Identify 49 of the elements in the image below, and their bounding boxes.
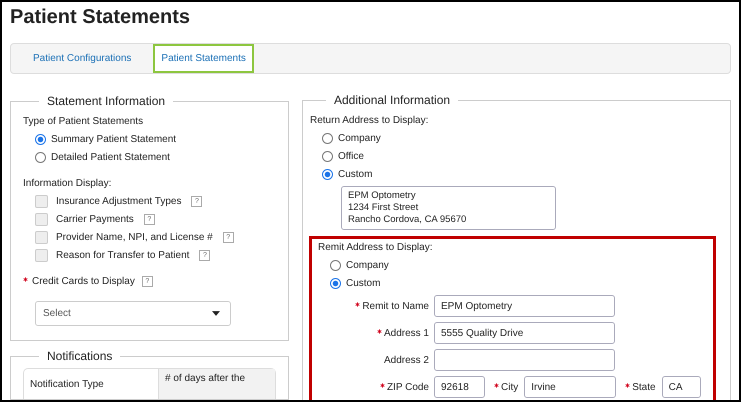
section-label: Information Display: [23, 178, 112, 189]
option-label: Provider Name, NPI, and License # [56, 232, 213, 243]
field-label: ZIP Code [386, 382, 429, 392]
option-label: Custom [338, 169, 372, 180]
radio-button[interactable] [322, 169, 333, 180]
option-label: Office [338, 151, 364, 162]
column-header: # of days after the [158, 369, 275, 399]
field-label: Address 2 [384, 354, 429, 366]
section-label: Return Address to Display: [310, 115, 430, 126]
text-field[interactable]: CA [662, 376, 701, 398]
field-label: State [632, 382, 656, 392]
address-text-area[interactable]: EPM Optometry 1234 First Street Rancho Cordova, CA 95670 [341, 186, 556, 230]
option-label: Carrier Payments [56, 214, 134, 225]
radio-button[interactable] [35, 134, 46, 145]
radio-button[interactable] [35, 152, 46, 163]
caret-icon [212, 311, 220, 316]
radio-button[interactable] [330, 260, 341, 271]
option-label: Custom [346, 278, 380, 289]
panel-legend: Additional Information [326, 93, 458, 107]
tab[interactable]: Patient Statements [153, 44, 254, 73]
option-label: Reason for Transfer to Patient [56, 250, 190, 261]
column-header: Notification Type [29, 378, 105, 392]
address-line: EPM Optometry [348, 190, 417, 202]
panel-legend: Notifications [39, 349, 120, 363]
page-title: Patient Statements [10, 5, 192, 29]
address-line: 1234 First Street [348, 202, 420, 214]
field-label: Remit to Name [362, 300, 429, 312]
option-label: Summary Patient Statement [51, 134, 176, 145]
panel-legend: Statement Information [39, 94, 174, 108]
text-field[interactable]: 92618 [434, 376, 485, 398]
option-label: Detailed Patient Statement [51, 152, 170, 163]
text-field[interactable]: Irvine [524, 376, 616, 398]
radio-button[interactable] [322, 151, 333, 162]
section-label: Remit Address to Display: [318, 242, 434, 253]
section-label: Type of Patient Statements [23, 116, 144, 127]
text-field[interactable] [434, 349, 615, 371]
option-label: Insurance Adjustment Types [56, 196, 182, 207]
address-line: Rancho Cordova, CA 95670 [348, 214, 468, 226]
text-field[interactable]: EPM Optometry [434, 295, 615, 317]
text-field[interactable]: 5555 Quality Drive [434, 322, 615, 344]
option-label: Company [346, 260, 389, 271]
radio-button[interactable] [322, 133, 333, 144]
field-label: City [501, 382, 518, 392]
option-label: Company [338, 133, 381, 144]
radio-button[interactable] [330, 278, 341, 289]
credit-cards-dropdown[interactable]: Select [35, 301, 231, 326]
field-label: Credit Cards to Display [32, 276, 135, 287]
tab[interactable]: Patient Configurations [15, 44, 150, 73]
field-label: Address 1 [384, 328, 429, 338]
